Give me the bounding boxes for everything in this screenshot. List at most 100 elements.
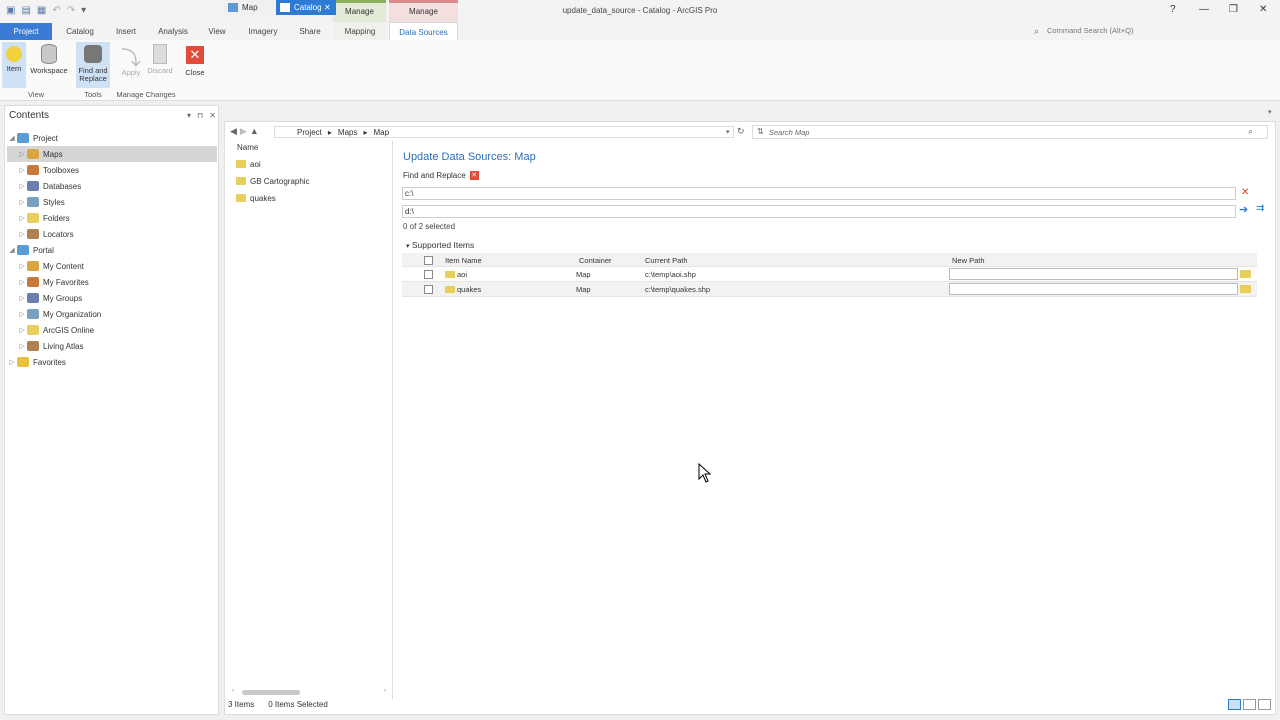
- table-row[interactable]: quakes Map c:\temp\quakes.shp: [402, 282, 1257, 297]
- find-field[interactable]: c:\: [402, 187, 1236, 200]
- tab-project[interactable]: Project: [0, 23, 52, 40]
- close-button[interactable]: ✕ Close: [182, 42, 208, 77]
- collapsed-arrow-icon[interactable]: ▷: [17, 262, 27, 270]
- remove-find-replace-icon[interactable]: ✕: [469, 171, 479, 180]
- select-all-checkbox[interactable]: [424, 256, 433, 265]
- list-view-icon[interactable]: [1243, 699, 1256, 710]
- command-search-input[interactable]: Command Search (Alt+Q): [1047, 24, 1187, 38]
- column-container[interactable]: Container: [579, 256, 612, 265]
- list-item[interactable]: aoi: [236, 157, 261, 171]
- collapsed-arrow-icon[interactable]: ▷: [17, 294, 27, 302]
- discard-button[interactable]: Discard: [145, 42, 175, 75]
- row-checkbox[interactable]: [424, 285, 433, 294]
- collapsed-arrow-icon[interactable]: ▷: [17, 166, 27, 174]
- tree-item[interactable]: ▷ My Organization: [7, 306, 217, 322]
- tab-overflow-icon[interactable]: ▾: [1268, 108, 1272, 116]
- replace-field[interactable]: d:\: [402, 205, 1236, 218]
- up-icon[interactable]: ▲: [250, 126, 259, 137]
- tab-insert[interactable]: Insert: [106, 22, 146, 40]
- view-tab-catalog[interactable]: Catalog ✕: [276, 0, 336, 15]
- tree-item[interactable]: ▷ My Favorites: [7, 274, 217, 290]
- forward-icon[interactable]: ▶: [240, 126, 247, 137]
- close-pane-icon[interactable]: ✕: [209, 111, 216, 120]
- collapsed-arrow-icon[interactable]: ▷: [17, 214, 27, 222]
- help-button[interactable]: ?: [1170, 4, 1176, 15]
- column-new-path[interactable]: New Path: [952, 256, 985, 265]
- tree-item[interactable]: ▷ Styles: [7, 194, 217, 210]
- tree-item[interactable]: ▷ Maps: [7, 146, 217, 162]
- new-path-input[interactable]: [949, 268, 1238, 280]
- collapsed-arrow-icon[interactable]: ▷: [17, 310, 27, 318]
- tree-item[interactable]: ◢ Portal: [7, 242, 217, 258]
- restore-button[interactable]: ❐: [1229, 4, 1238, 15]
- scrollbar-thumb[interactable]: [242, 690, 300, 695]
- sort-icon[interactable]: ⇅: [757, 127, 764, 136]
- horizontal-scrollbar[interactable]: ‹ ›: [232, 688, 392, 696]
- breadcrumb-dropdown-icon[interactable]: ▾: [726, 128, 730, 136]
- collapsed-arrow-icon[interactable]: ▷: [7, 358, 17, 366]
- collapsed-arrow-icon[interactable]: ▷: [17, 278, 27, 286]
- tree-item[interactable]: ▷ ArcGIS Online: [7, 322, 217, 338]
- details-view-icon[interactable]: [1228, 699, 1241, 710]
- view-tab-map[interactable]: Map: [224, 0, 274, 15]
- collapsed-arrow-icon[interactable]: ▷: [17, 342, 27, 350]
- browse-folder-icon[interactable]: [1240, 285, 1251, 293]
- pane-options-icon[interactable]: ▾: [187, 111, 191, 120]
- refresh-icon[interactable]: ↻: [737, 126, 745, 137]
- replace-all-icon[interactable]: ⇉: [1256, 203, 1264, 214]
- search-map-input[interactable]: Search Map: [752, 125, 1268, 139]
- breadcrumb-project[interactable]: Project: [297, 128, 322, 137]
- search-map-icon[interactable]: ⌕: [1248, 126, 1253, 137]
- column-current-path[interactable]: Current Path: [645, 256, 688, 265]
- expanded-arrow-icon[interactable]: ◢: [7, 246, 17, 254]
- list-header-name[interactable]: Name: [237, 143, 258, 152]
- tree-item[interactable]: ▷ Databases: [7, 178, 217, 194]
- tree-item[interactable]: ▷ Toolboxes: [7, 162, 217, 178]
- expanded-arrow-icon[interactable]: ◢: [7, 134, 17, 142]
- close-window-button[interactable]: ✕: [1259, 4, 1267, 15]
- tree-item[interactable]: ◢ Project: [7, 130, 217, 146]
- item-button[interactable]: Item: [2, 42, 26, 88]
- breadcrumb-maps[interactable]: Maps: [338, 128, 358, 137]
- clear-find-icon[interactable]: ✕: [1241, 187, 1249, 198]
- row-checkbox[interactable]: [424, 270, 433, 279]
- tiles-view-icon[interactable]: [1258, 699, 1271, 710]
- breadcrumb-map[interactable]: Map: [374, 128, 390, 137]
- tab-analysis[interactable]: Analysis: [150, 22, 196, 40]
- collapsed-arrow-icon[interactable]: ▷: [17, 150, 27, 158]
- tab-view[interactable]: View: [200, 22, 234, 40]
- list-item[interactable]: GB Cartographic: [236, 174, 310, 188]
- table-row[interactable]: aoi Map c:\temp\aoi.shp: [402, 267, 1257, 282]
- collapsed-arrow-icon[interactable]: ▷: [17, 230, 27, 238]
- scroll-right-icon[interactable]: ›: [384, 688, 386, 694]
- tab-mapping[interactable]: Mapping: [334, 22, 386, 40]
- back-icon[interactable]: ◀: [230, 126, 237, 137]
- column-item-name[interactable]: Item Name: [445, 256, 482, 265]
- tab-catalog[interactable]: Catalog: [56, 22, 104, 40]
- browse-folder-icon[interactable]: [1240, 270, 1251, 278]
- breadcrumb[interactable]: Project ▸ Maps ▸ Map: [274, 126, 734, 138]
- tab-data-sources[interactable]: Data Sources: [389, 22, 458, 40]
- close-tab-icon[interactable]: ✕: [324, 3, 331, 12]
- collapsed-arrow-icon[interactable]: ▷: [17, 326, 27, 334]
- find-and-replace-button[interactable]: Find and Replace: [76, 42, 110, 88]
- tab-share[interactable]: Share: [290, 22, 330, 40]
- tree-item[interactable]: ▷ Folders: [7, 210, 217, 226]
- minimize-button[interactable]: —: [1199, 4, 1209, 15]
- scroll-left-icon[interactable]: ‹: [232, 688, 234, 694]
- tab-imagery[interactable]: Imagery: [240, 22, 286, 40]
- list-item[interactable]: quakes: [236, 191, 276, 205]
- tree-item[interactable]: ▷ Favorites: [7, 354, 217, 370]
- apply-button[interactable]: ⤵ Apply: [118, 42, 144, 77]
- workspace-button[interactable]: Workspace: [28, 42, 70, 75]
- collapsed-arrow-icon[interactable]: ▷: [17, 198, 27, 206]
- collapsed-arrow-icon[interactable]: ▷: [17, 182, 27, 190]
- collapse-icon[interactable]: ▾: [406, 243, 410, 250]
- pin-icon[interactable]: ⊓: [197, 111, 203, 120]
- tree-item[interactable]: ▷ My Content: [7, 258, 217, 274]
- tree-item[interactable]: ▷ Living Atlas: [7, 338, 217, 354]
- tree-item[interactable]: ▷ My Groups: [7, 290, 217, 306]
- replace-arrow-icon[interactable]: ➔: [1239, 203, 1248, 216]
- tree-item[interactable]: ▷ Locators: [7, 226, 217, 242]
- new-path-input[interactable]: [949, 283, 1238, 295]
